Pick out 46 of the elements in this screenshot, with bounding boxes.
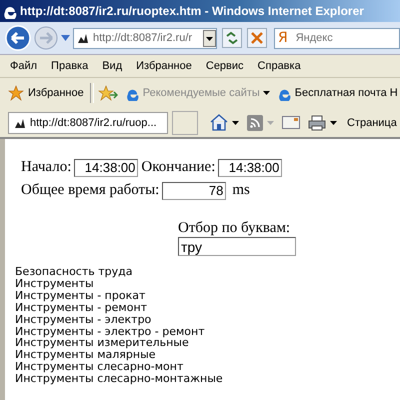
printer-icon[interactable] (308, 114, 326, 130)
dropdown-arrow-icon (262, 91, 270, 95)
menu-item[interactable]: Избранное (136, 60, 192, 72)
window-title: http://dt:8087/ir2.ru/ruoptex.htm - Windows Internet Explorer (20, 4, 364, 18)
filter-label: Отбор по буквам: (178, 220, 292, 237)
star-icon (8, 85, 24, 101)
end-time-field[interactable]: 14:38:00 (218, 158, 282, 176)
home-icon[interactable] (210, 114, 228, 131)
menu-item[interactable]: Правка (51, 60, 88, 72)
add-favorite-icon[interactable] (98, 85, 118, 101)
menu-item[interactable]: Вид (102, 60, 122, 72)
filter-field[interactable]: тру (178, 237, 296, 256)
favorites-link[interactable]: Бесплатная почта H (276, 86, 398, 100)
list-item[interactable]: Инструменты малярные (15, 349, 156, 362)
favorites-button[interactable]: Избранное (6, 83, 86, 103)
list-item[interactable]: Инструменты (15, 278, 94, 290)
list-item[interactable]: Инструменты слесарно-монт (15, 361, 184, 374)
field-label: Начало: (21, 159, 72, 176)
stop-button[interactable] (247, 28, 267, 48)
list-item[interactable]: Инструменты - электро - ремонт (15, 326, 205, 338)
browser-tab[interactable]: http://dt:8087/ir2.ru/ruop... (8, 112, 168, 134)
list-item[interactable]: Безопасность труда (15, 266, 132, 278)
field-label: Общее время работы: (21, 182, 160, 199)
search-bar[interactable]: Я Яндекс (274, 28, 400, 48)
feed-icon[interactable] (247, 114, 263, 130)
dropdown-button[interactable] (203, 30, 216, 46)
page-menu[interactable]: Страница (347, 116, 397, 128)
list-item[interactable]: Инструменты - прокат (15, 290, 146, 302)
address-field[interactable]: http://dt:8087/ir2.ru/r (73, 28, 217, 48)
menu-item[interactable]: Справка (258, 60, 301, 72)
refresh-button[interactable] (222, 28, 242, 48)
back-button[interactable] (5, 25, 31, 51)
start-time-field[interactable]: 14:38:00 (74, 158, 138, 176)
mail-icon[interactable] (282, 116, 300, 129)
dropdown-arrow-icon[interactable] (232, 120, 239, 124)
dropdown-arrow-icon[interactable] (330, 120, 337, 124)
search-engine-logo: Я (278, 30, 288, 46)
list-item[interactable]: Инструменты - ремонт (15, 302, 148, 314)
menu-item[interactable]: Файл (10, 60, 38, 72)
list-item[interactable]: Инструменты слесарно-монтажные (15, 373, 223, 386)
list-item[interactable]: Инструменты измерительные (15, 337, 189, 350)
total-time-field[interactable]: 78 (162, 182, 226, 200)
field-label: Окончание: (141, 159, 216, 176)
list-item[interactable]: Инструменты - электро (15, 314, 152, 326)
menu-item[interactable]: Сервис (206, 60, 244, 72)
unit-label: ms (232, 182, 250, 199)
